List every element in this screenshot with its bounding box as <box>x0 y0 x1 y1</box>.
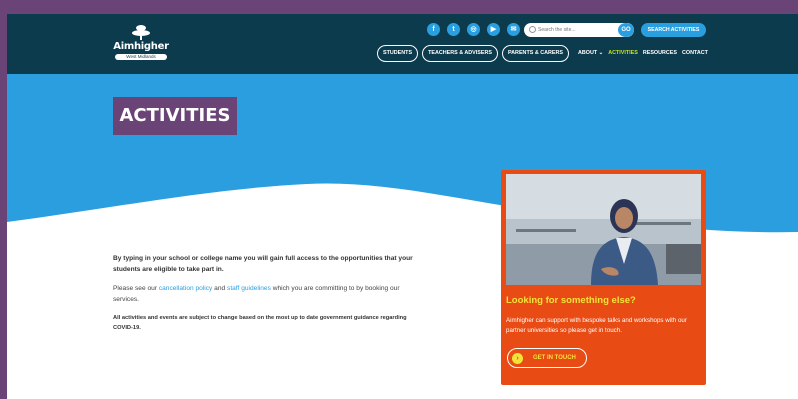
youtube-icon[interactable]: ▶ <box>487 23 500 36</box>
policy-text-start: Please see our <box>113 285 159 292</box>
cancellation-policy-link[interactable]: cancellation policy <box>159 285 213 292</box>
chevron-right-icon: › <box>512 352 523 364</box>
promo-image <box>506 174 701 285</box>
nav-about[interactable]: ABOUT ⌄ <box>578 50 603 56</box>
logo-region: West Midlands <box>115 54 167 60</box>
page-title: ACTIVITIES <box>113 97 237 135</box>
chevron-down-icon: ⌄ <box>598 50 604 56</box>
aimhigher-logo[interactable]: Aimhigher West Midlands <box>111 24 171 64</box>
twitter-icon[interactable]: t <box>447 23 460 36</box>
facebook-icon[interactable]: f <box>427 23 440 36</box>
search-input[interactable] <box>538 25 608 35</box>
nav-teachers-advisers[interactable]: TEACHERS & ADVISERS <box>422 44 498 62</box>
search-go-button[interactable]: GO <box>618 23 634 37</box>
covid-notice: All activities and events are subject to… <box>113 315 407 331</box>
promo-title: Looking for something else? <box>506 295 636 306</box>
nav-students[interactable]: STUDENTS <box>377 44 419 62</box>
promo-text: Aimhigher can support with bespoke talks… <box>506 317 687 334</box>
get-in-touch-label: GET IN TOUCH <box>533 355 576 361</box>
get-in-touch-button[interactable]: › GET IN TOUCH <box>507 348 587 368</box>
nav-contact[interactable]: CONTACT <box>682 50 708 56</box>
intro-text: By typing in your school or college name… <box>113 255 413 273</box>
nav-parents-carers[interactable]: PARENTS & CARERS <box>501 44 569 62</box>
email-icon[interactable]: ✉ <box>507 23 520 36</box>
logo-text: Aimhigher <box>113 41 169 52</box>
nav-resources[interactable]: RESOURCES <box>643 50 677 56</box>
search-icon <box>529 26 536 33</box>
promo-card: Looking for something else? Aimhigher ca… <box>501 170 706 385</box>
policy-text: Please see our cancellation policy and s… <box>113 284 413 305</box>
nav-activities[interactable]: ACTIVITIES <box>608 50 638 56</box>
tree-logo-icon <box>132 25 150 40</box>
search-activities-button[interactable]: SEARCH ACTIVITIES <box>641 23 706 37</box>
social-links: f t ◎ ▶ ✉ <box>427 23 520 36</box>
nav-about-label: ABOUT <box>577 50 598 56</box>
main-nav: STUDENTS TEACHERS & ADVISERS PARENTS & C… <box>377 44 708 62</box>
site-search: GO <box>524 23 634 37</box>
policy-text-mid: and <box>212 285 228 292</box>
site-header: Aimhigher West Midlands f t ◎ ▶ ✉ GO SEA… <box>7 14 798 74</box>
page-frame: Aimhigher West Midlands f t ◎ ▶ ✉ GO SEA… <box>7 14 798 399</box>
staff-guidelines-link[interactable]: staff guidelines <box>227 285 271 292</box>
instagram-icon[interactable]: ◎ <box>467 23 480 36</box>
main-content: By typing in your school or college name… <box>113 254 413 333</box>
